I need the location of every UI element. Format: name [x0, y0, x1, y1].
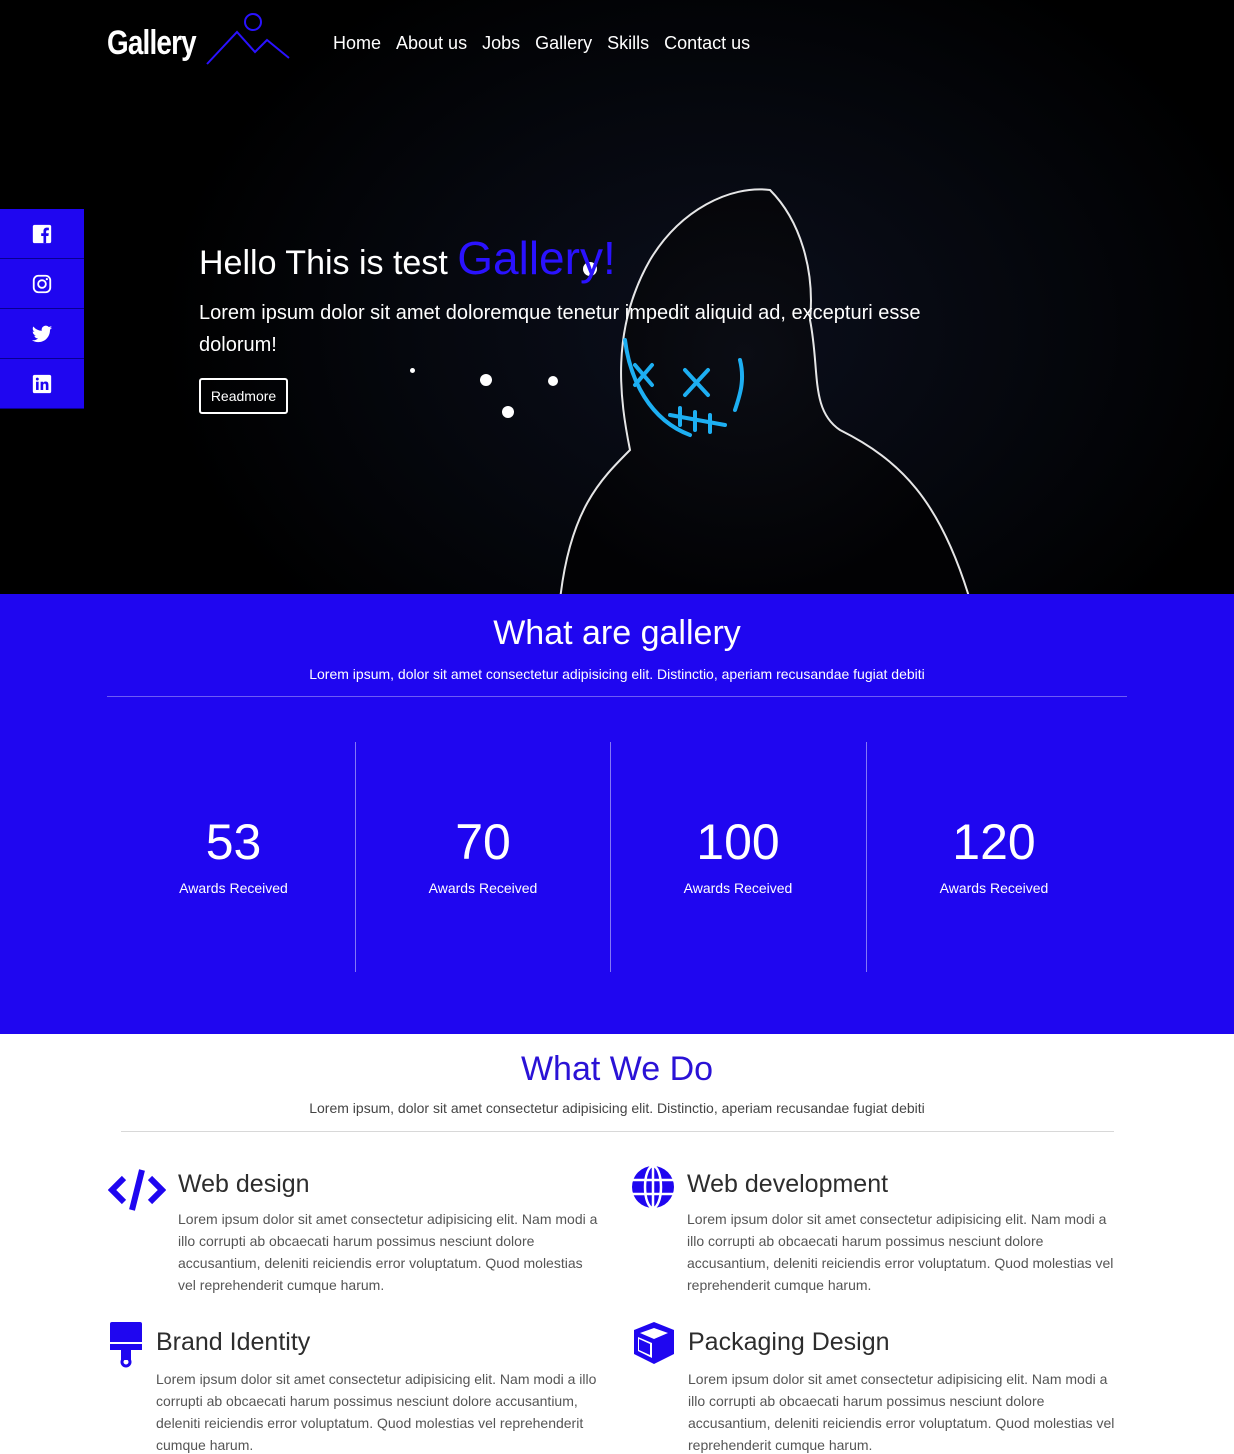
social-sidebar: [0, 209, 84, 409]
service-title: Packaging Design: [688, 1328, 890, 1356]
stat-label: Awards Received: [939, 880, 1049, 896]
service-card-brand-identity: Brand Identity Lorem ipsum dolor sit ame…: [108, 1320, 608, 1454]
stat-label: Awards Received: [179, 880, 288, 896]
cube-icon: [634, 1322, 674, 1364]
stat-item: 70 Awards Received: [355, 742, 610, 972]
brand-logo[interactable]: Gallery: [107, 24, 197, 63]
social-link-instagram[interactable]: [0, 259, 84, 309]
hero-content: Hello This is test Gallery! Lorem ipsum …: [199, 228, 979, 414]
stat-number: 120: [952, 814, 1036, 870]
service-text: Lorem ipsum dolor sit amet consectetur a…: [178, 1211, 598, 1293]
twitter-icon: [31, 325, 53, 342]
services-divider: [121, 1131, 1114, 1132]
service-text: Lorem ipsum dolor sit amet consectetur a…: [687, 1211, 1114, 1293]
service-card-web-design: Web design Lorem ipsum dolor sit amet co…: [108, 1162, 608, 1302]
stat-item: 53 Awards Received: [106, 742, 361, 972]
paint-roller-icon: [110, 1322, 142, 1368]
social-link-linkedin[interactable]: [0, 359, 84, 409]
stat-label: Awards Received: [683, 880, 793, 896]
mountain-logo-icon: [206, 13, 290, 65]
instagram-icon: [32, 274, 52, 293]
hero-description: Lorem ipsum dolor sit amet doloremque te…: [199, 302, 921, 356]
services-section: What We Do Lorem ipsum, dolor sit amet c…: [0, 1034, 1234, 1454]
top-navbar: Gallery Home About us Jobs Gallery Skill…: [107, 8, 750, 78]
stats-title: What are gallery: [493, 614, 741, 652]
stat-number: 100: [696, 814, 780, 870]
services-title: What We Do: [520, 1050, 714, 1088]
service-text: Lorem ipsum dolor sit amet consectetur a…: [688, 1371, 1115, 1453]
hero-title-prefix: Hello This is test: [199, 244, 448, 282]
hero-section: Gallery Home About us Jobs Gallery Skill…: [0, 0, 1234, 594]
stat-number: 53: [205, 814, 262, 870]
stat-item: 120 Awards Received: [866, 742, 1121, 972]
code-icon: [108, 1169, 166, 1211]
readmore-button[interactable]: Readmore: [199, 378, 288, 414]
service-text: Lorem ipsum dolor sit amet consectetur a…: [156, 1371, 597, 1453]
hero-title: Hello This is test Gallery!: [199, 228, 979, 293]
nav-link-gallery[interactable]: Gallery: [535, 33, 592, 54]
globe-icon: [632, 1164, 674, 1210]
service-title: Web design: [178, 1170, 310, 1198]
main-nav: Home About us Jobs Gallery Skills Contac…: [333, 33, 750, 54]
nav-link-about-us[interactable]: About us: [396, 33, 467, 54]
service-title: Web development: [687, 1170, 889, 1198]
stat-label: Awards Received: [428, 880, 538, 896]
stats-divider: [107, 696, 1127, 697]
linkedin-icon: [32, 374, 52, 393]
service-card-packaging-design: Packaging Design Lorem ipsum dolor sit a…: [630, 1320, 1120, 1454]
services-subtitle: Lorem ipsum, dolor sit amet consectetur …: [309, 1100, 925, 1116]
nav-link-skills[interactable]: Skills: [607, 33, 649, 54]
nav-link-contact-us[interactable]: Contact us: [664, 33, 750, 54]
stat-number: 70: [455, 814, 511, 870]
stat-item: 100 Awards Received: [610, 742, 865, 972]
hero-title-accent: Gallery!: [457, 232, 616, 284]
service-card-web-development: Web development Lorem ipsum dolor sit am…: [630, 1162, 1120, 1302]
stats-subtitle: Lorem ipsum, dolor sit amet consectetur …: [309, 666, 925, 682]
social-link-twitter[interactable]: [0, 309, 84, 359]
nav-link-home[interactable]: Home: [333, 33, 381, 54]
service-title: Brand Identity: [156, 1328, 311, 1356]
nav-link-jobs[interactable]: Jobs: [482, 33, 520, 54]
facebook-icon: [32, 224, 52, 243]
social-link-facebook[interactable]: [0, 209, 84, 259]
stats-section: What are gallery Lorem ipsum, dolor sit …: [0, 594, 1234, 1034]
